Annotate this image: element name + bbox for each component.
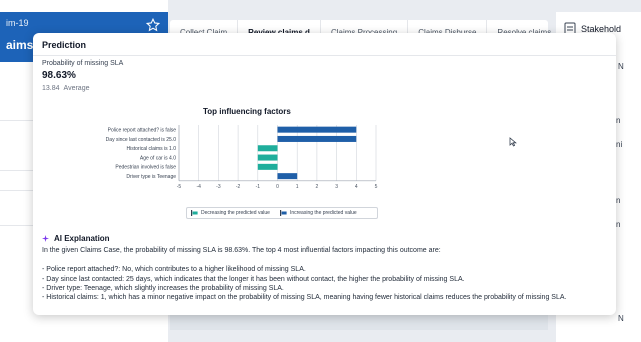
edge-letter: n	[616, 116, 621, 125]
x-tick-label: -4	[196, 184, 201, 190]
x-tick-label: 0	[276, 184, 279, 190]
factor-label: Driver type is Teenage	[126, 174, 176, 180]
x-tick-label: -1	[256, 184, 261, 190]
sparkle-icon	[42, 235, 49, 242]
edge-letter: ni	[616, 140, 623, 149]
legend-decreasing-icon	[191, 210, 198, 216]
prediction-popover: Prediction Probability of missing SLA 98…	[33, 33, 616, 315]
factor-label: Historical claims is 1.0	[127, 146, 177, 152]
ai-factor-list: - Police report attached?: No, which con…	[42, 265, 608, 303]
metric-value: 98.63%	[42, 70, 76, 81]
star-icon[interactable]	[146, 18, 160, 32]
x-tick-label: 1	[296, 184, 299, 190]
factor-label: Police report attached? is false	[108, 127, 177, 133]
x-tick-label: 2	[316, 184, 319, 190]
legend-increasing-label: Increasing the predicted value	[289, 210, 357, 216]
ai-explanation: AI Explanation In the given Claims Case,…	[42, 234, 608, 303]
edge-letter: n	[616, 196, 621, 205]
factor-bar	[257, 145, 278, 152]
case-name: aims	[6, 38, 34, 52]
factor-bar	[257, 154, 278, 161]
legend-increasing-icon	[279, 210, 287, 216]
popover-title: Prediction	[42, 40, 87, 50]
factor-bar	[277, 135, 357, 142]
factor-chart-svg: -5 -4 -3 -2 -1 0 1 2 3 4 5 Police report attached? …	[106, 125, 378, 190]
average-row: 13.84 Average	[42, 85, 93, 92]
average-label: Average	[63, 85, 90, 92]
ai-explanation-header: AI Explanation	[42, 234, 608, 243]
average-value: 13.84	[42, 85, 60, 92]
x-tick-label: -3	[216, 184, 221, 190]
metric-label: Probability of missing SLA	[42, 60, 124, 67]
mouse-cursor-icon	[509, 137, 517, 147]
x-tick-label: 3	[335, 184, 338, 190]
case-id: im-19	[6, 18, 29, 28]
factor-bar	[257, 163, 278, 170]
legend-decreasing-label: Decreasing the predicted value	[201, 210, 270, 216]
legend-decreasing: Decreasing the predicted value	[191, 210, 270, 216]
factor-bar	[277, 173, 298, 180]
ai-factor-item: - Driver type: Teenage, which slightly i…	[42, 284, 284, 292]
factor-label: Age of car is 4.0	[140, 155, 176, 161]
legend-increasing: Increasing the predicted value	[279, 210, 357, 216]
edge-letter: n	[616, 220, 621, 229]
x-tick-label: -2	[236, 184, 241, 190]
factor-bar	[277, 126, 357, 133]
ai-factor-item: - Police report attached?: No, which con…	[42, 266, 306, 274]
ai-intro: In the given Claims Case, the probabilit…	[42, 247, 441, 254]
ai-explanation-title: AI Explanation	[54, 234, 110, 243]
ai-factor-item: - Day since last contacted: 25 days, whi…	[42, 275, 465, 283]
x-tick-label: 4	[355, 184, 358, 190]
ai-factor-item: - Historical claims: 1, which has a mino…	[42, 294, 567, 302]
edge-letter: N	[618, 62, 624, 71]
factor-label: Day since last contacted is 25.0	[106, 137, 177, 143]
chart-title: Top influencing factors	[203, 107, 291, 116]
chart-legend: Decreasing the predicted value Increasin…	[186, 207, 378, 219]
x-tick-label: 5	[375, 184, 378, 190]
edge-letter: N	[618, 314, 624, 323]
popover-divider	[33, 55, 616, 56]
x-tick-label: -5	[177, 184, 182, 190]
factor-label: Pedestrian involved is false	[115, 165, 176, 171]
